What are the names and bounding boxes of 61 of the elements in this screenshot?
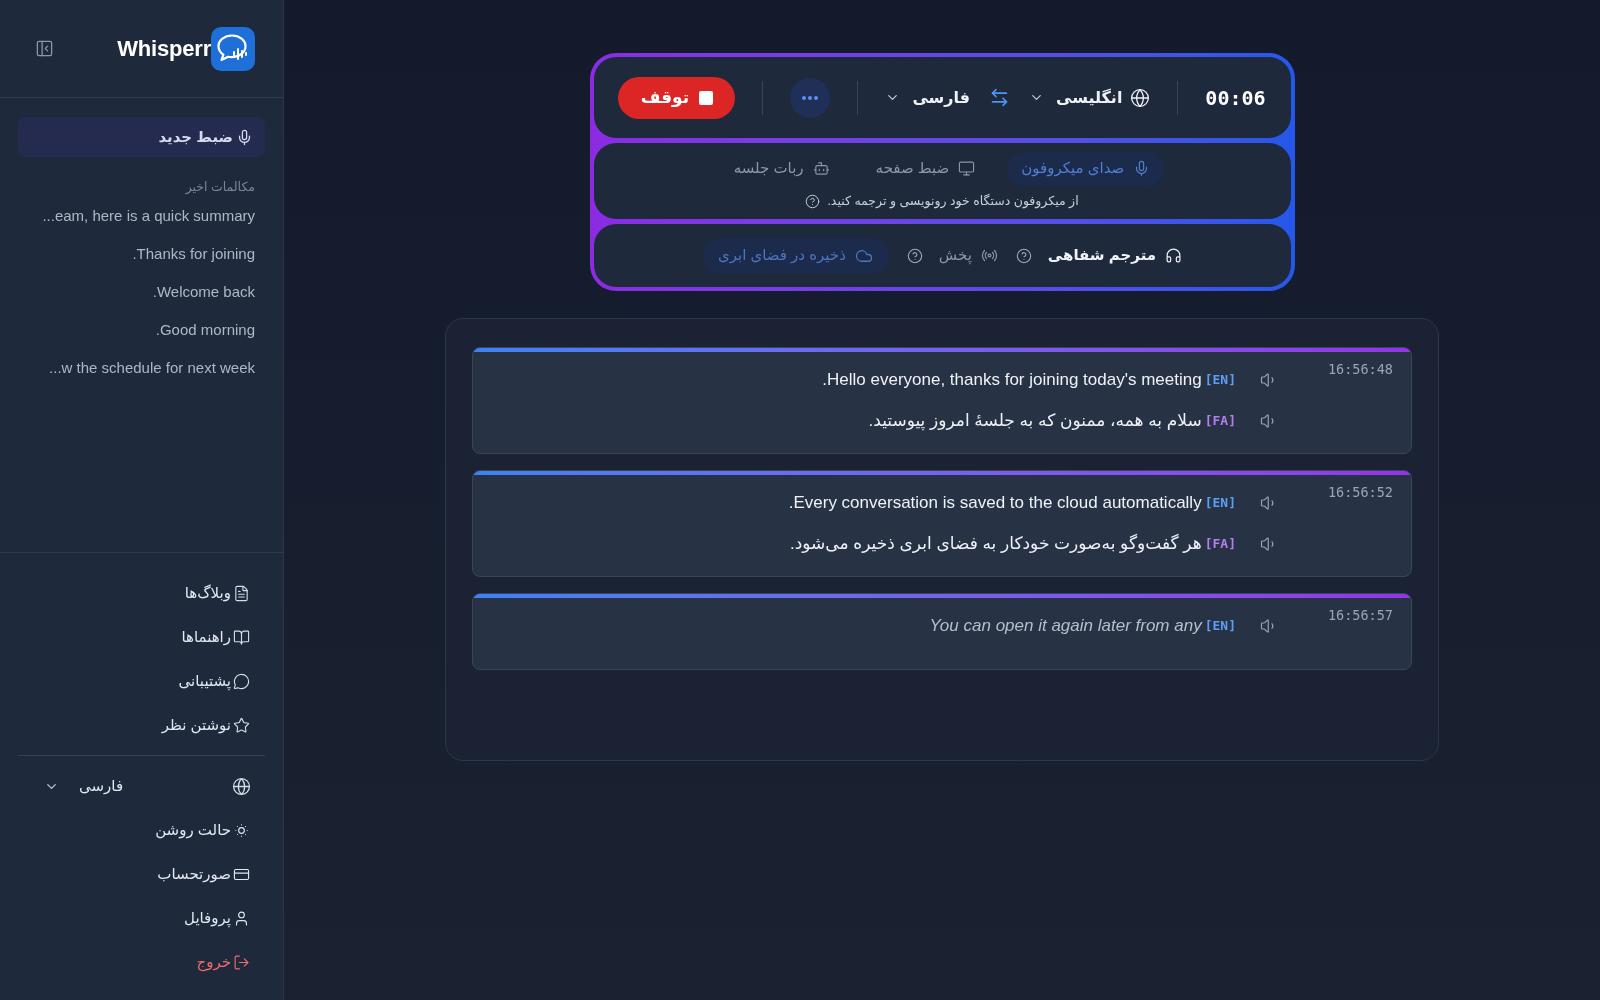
timestamp: 16:56:52 <box>1327 483 1393 502</box>
language-select[interactable]: فارسی <box>44 774 124 798</box>
recent-heading: مکالمات اخیر <box>184 179 256 197</box>
open-book-icon <box>233 628 250 646</box>
language-tag: [FA] <box>1204 534 1236 554</box>
mode-hint: از میکروفون دستگاه خود رونویسی و ترجمه کنید. <box>827 192 1079 211</box>
option-toggle[interactable]: مترجم شفاهی <box>1047 244 1183 267</box>
theme-toggle[interactable]: حالت روشن <box>155 818 231 842</box>
recording-timer: 00:06 <box>1205 84 1266 112</box>
headphones-icon <box>1165 247 1183 264</box>
sidebar-link[interactable]: نوشتن نظر <box>161 713 231 737</box>
robot-icon <box>812 160 830 178</box>
language-tag: [EN] <box>1204 493 1236 513</box>
sun-icon <box>233 821 250 839</box>
globe-icon <box>232 776 251 796</box>
language-tag: [EN] <box>1204 616 1236 636</box>
sidebar-link[interactable]: راهنماها <box>181 625 231 649</box>
stop-button[interactable]: توقف <box>618 76 736 119</box>
recent-conversation[interactable]: .Good morning <box>18 311 265 349</box>
recent-conversation[interactable]: .Thanks for joining <box>18 235 265 273</box>
recent-conversation[interactable]: .Welcome back <box>18 273 265 311</box>
transcript-text: هر گفت‌وگو به‌صورت خودکار به فضای ابری ذخیره می‌شود. <box>790 533 1202 556</box>
target-language-select[interactable]: فارسی <box>885 85 971 110</box>
collapse-sidebar-icon[interactable] <box>35 39 54 58</box>
option-toggle[interactable]: پخش <box>938 244 998 267</box>
transcript-text: You can open it again later from any <box>929 615 1202 638</box>
stop-square-icon <box>699 90 714 105</box>
logout-link[interactable]: خروج <box>196 950 231 974</box>
broadcast-icon <box>980 247 998 264</box>
user-icon <box>233 909 250 927</box>
monitor-icon <box>958 160 976 178</box>
source-mode-tab[interactable]: ربات جلسه <box>719 151 844 186</box>
recent-conversation[interactable]: ...w the schedule for next week <box>18 349 265 387</box>
source-language-select[interactable]: انگلیسی <box>1029 85 1151 110</box>
profile-link[interactable]: پروفایل <box>184 906 231 930</box>
timestamp: 16:56:57 <box>1327 606 1393 625</box>
recent-conversation[interactable]: ...eam, here is a quick summary <box>18 197 265 235</box>
sidebar-link[interactable]: پشتیبانی <box>178 669 231 693</box>
transcript-text: سلام به همه، ممنون که به جلسهٔ امروز پیوستید. <box>868 410 1202 433</box>
logout-icon <box>233 953 250 971</box>
help-icon[interactable] <box>805 193 821 209</box>
language-tag: [FA] <box>1204 411 1236 431</box>
help-icon[interactable] <box>906 247 923 264</box>
chat-bubble-icon <box>233 672 250 690</box>
globe-icon <box>1130 87 1151 108</box>
source-mode-tab[interactable]: ضبط صفحه <box>861 151 990 186</box>
app-name: Whisperr <box>117 37 211 60</box>
help-icon[interactable] <box>1015 247 1032 264</box>
sidebar-link[interactable]: وبلاگ‌ها <box>184 581 231 605</box>
new-recording-button[interactable]: ضبط جدید <box>18 117 265 157</box>
source-mode-tab[interactable]: صدای میکروفون <box>1007 151 1165 186</box>
ellipsis-icon <box>802 95 819 100</box>
billing-link[interactable]: صورتحساب <box>157 862 231 886</box>
document-icon <box>233 584 250 602</box>
timestamp: 16:56:48 <box>1327 360 1393 379</box>
transcript-text: .Hello everyone, thanks for joining today's meeting <box>822 369 1202 392</box>
language-tag: [EN] <box>1204 370 1236 390</box>
transcript-text: .Every conversation is saved to the cloud automatically <box>788 492 1202 515</box>
star-icon <box>233 716 250 734</box>
microphone-icon <box>236 128 253 146</box>
speech-bubble-icon <box>211 26 255 71</box>
